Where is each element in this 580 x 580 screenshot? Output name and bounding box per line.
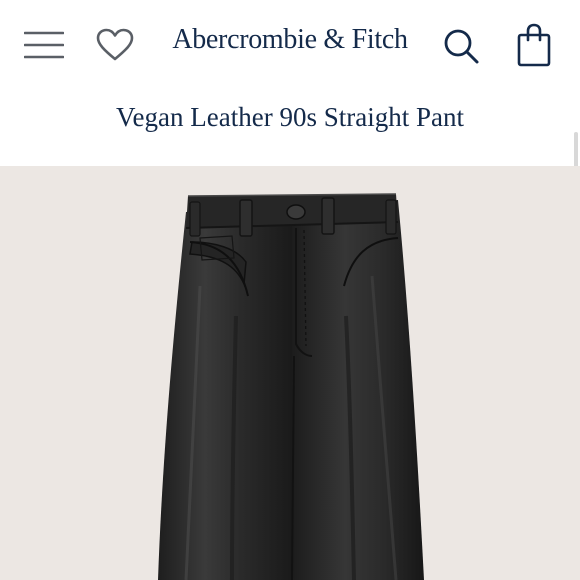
pants-illustration: [158, 193, 424, 580]
heart-icon[interactable]: [96, 28, 134, 62]
hamburger-menu-icon[interactable]: [23, 28, 65, 62]
brand-logo-text[interactable]: Abercrombie & Fitch: [150, 24, 430, 56]
product-title: Vegan Leather 90s Straight Pant: [116, 102, 464, 132]
shopping-bag-icon[interactable]: [517, 23, 551, 67]
product-image[interactable]: [0, 166, 580, 580]
product-title-bar: Vegan Leather 90s Straight Pant: [0, 92, 580, 224]
search-icon[interactable]: [442, 27, 480, 65]
top-navigation-bar: Abercrombie & Fitch: [0, 0, 580, 92]
